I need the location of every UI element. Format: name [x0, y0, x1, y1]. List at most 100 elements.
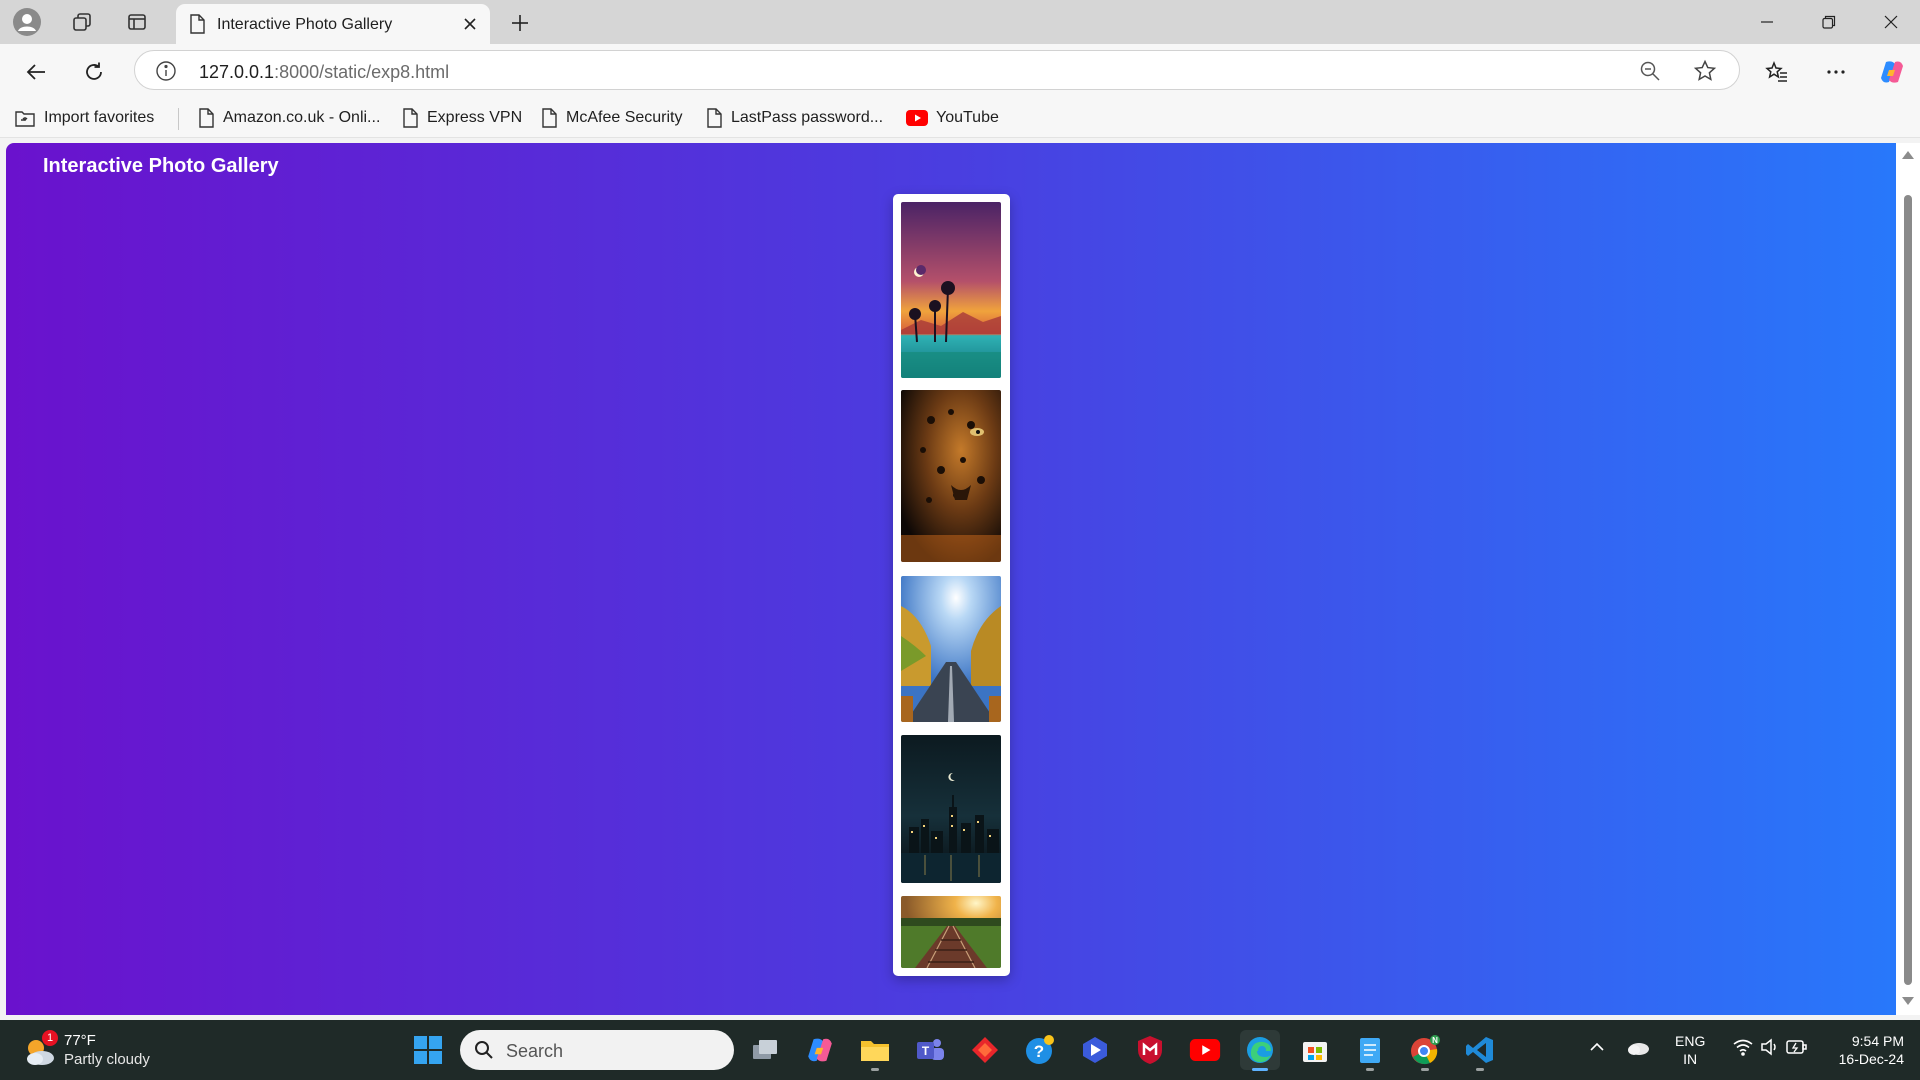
- copilot-icon: [808, 1038, 832, 1062]
- help-icon: ?: [1026, 1035, 1054, 1064]
- scroll-thumb[interactable]: [1904, 195, 1912, 985]
- url-host: 127.0.0.1: [199, 62, 275, 82]
- taskbar-chrome[interactable]: N: [1405, 1030, 1445, 1071]
- more-dots-icon: [1827, 70, 1845, 74]
- running-indicator: [1366, 1068, 1374, 1071]
- scroll-down-arrow-icon[interactable]: [1902, 997, 1914, 1005]
- input-language[interactable]: ENG IN: [1675, 1032, 1705, 1068]
- start-button[interactable]: [408, 1030, 448, 1070]
- page-title: Interactive Photo Gallery: [43, 155, 279, 177]
- restore-button[interactable]: [1806, 4, 1852, 40]
- taskbar-microsoft-store[interactable]: [1295, 1030, 1335, 1070]
- gallery-photo-sunset-palm-trees[interactable]: [901, 202, 1001, 378]
- back-arrow-icon: [26, 64, 45, 80]
- running-indicator: [1252, 1068, 1268, 1071]
- favorite-youtube[interactable]: YouTube: [906, 106, 999, 130]
- chevron-up-icon[interactable]: [1588, 1038, 1606, 1056]
- language-code: ENG: [1675, 1033, 1706, 1049]
- windows-taskbar: 1 77°F Partly cloudy Search T ? N ENG IN…: [0, 1020, 1920, 1080]
- tab-title: Interactive Photo Gallery: [217, 16, 393, 33]
- leopard-closeup-image: [901, 390, 1001, 562]
- battery-charging-icon[interactable]: [1786, 1038, 1808, 1056]
- volume-icon[interactable]: [1760, 1038, 1780, 1056]
- tab-actions-button[interactable]: [120, 6, 154, 38]
- tab-active[interactable]: Interactive Photo Gallery: [176, 4, 490, 44]
- clock[interactable]: 9:54 PM 16-Dec-24: [1839, 1032, 1904, 1068]
- gallery-photo-night-city-skyline[interactable]: [901, 735, 1001, 883]
- page-icon: [403, 108, 418, 128]
- search-icon: [475, 1041, 493, 1059]
- minimize-button[interactable]: [1744, 4, 1790, 40]
- favorite-import-favorites[interactable]: Import favorites: [14, 106, 154, 130]
- refresh-icon: [86, 62, 102, 80]
- refresh-button[interactable]: [76, 54, 112, 90]
- sunset-palm-trees-image: [901, 202, 1001, 378]
- search-placeholder: Search: [506, 1041, 564, 1061]
- copilot-button[interactable]: [1874, 54, 1910, 90]
- favorite-amazon[interactable]: Amazon.co.uk - Onli...: [197, 106, 380, 130]
- scroll-up-arrow-icon[interactable]: [1902, 151, 1914, 159]
- weather-description: Partly cloudy: [64, 1051, 150, 1068]
- teams-icon: T: [917, 1039, 944, 1060]
- taskbar-vscode[interactable]: [1460, 1030, 1500, 1071]
- url-path: :8000/static/exp8.html: [274, 62, 450, 82]
- taskbar-help[interactable]: ?: [1020, 1030, 1060, 1070]
- favorite-star-icon[interactable]: [1693, 59, 1717, 83]
- taskbar-teams[interactable]: T: [910, 1030, 950, 1070]
- gallery-photo-railway-sunset[interactable]: [901, 896, 1001, 968]
- address-bar[interactable]: 127.0.0.1:8000/static/exp8.html: [134, 50, 1740, 90]
- windows-logo-icon: [414, 1036, 442, 1064]
- mcafee-shield-icon: [1138, 1036, 1162, 1064]
- favorites-bar: Import favorites Amazon.co.uk - Onli... …: [0, 98, 1920, 138]
- favorite-mcafee-security[interactable]: McAfee Security: [540, 106, 682, 130]
- taskbar-file-explorer[interactable]: [855, 1030, 895, 1071]
- wifi-icon[interactable]: [1732, 1038, 1754, 1056]
- profile-button[interactable]: [10, 6, 44, 38]
- site-info-icon[interactable]: [155, 60, 177, 82]
- close-window-button[interactable]: [1868, 4, 1914, 40]
- youtube-icon: [906, 110, 928, 126]
- page-viewport: Interactive Photo Gallery: [6, 143, 1896, 1015]
- youtube-icon: [1189, 1039, 1221, 1061]
- favorite-label: McAfee Security: [566, 109, 683, 126]
- railway-sunset-image: [901, 896, 1001, 968]
- running-indicator: [1421, 1068, 1429, 1071]
- taskbar-mcafee[interactable]: [1130, 1030, 1170, 1070]
- taskbar-notepad[interactable]: [1350, 1030, 1390, 1071]
- taskbar-task-view[interactable]: [745, 1030, 785, 1070]
- gallery-photo-leopard-closeup[interactable]: [901, 390, 1001, 562]
- favorite-label: Amazon.co.uk - Onli...: [223, 109, 381, 126]
- page-scrollbar[interactable]: [1896, 143, 1920, 1015]
- tab-actions-icon: [128, 14, 146, 30]
- page-icon: [190, 14, 205, 34]
- running-indicator: [1476, 1068, 1484, 1071]
- favorite-lastpass[interactable]: LastPass password...: [705, 106, 883, 130]
- plus-icon: [512, 15, 528, 31]
- onedrive-cloud-icon[interactable]: [1626, 1038, 1650, 1056]
- page-icon: [542, 108, 557, 128]
- system-tray: ENG IN 9:54 PM 16-Dec-24: [1580, 1020, 1920, 1080]
- taskbar-bing[interactable]: [1075, 1030, 1115, 1070]
- weather-widget[interactable]: 1 77°F Partly cloudy: [20, 1030, 200, 1072]
- copilot-icon: [1881, 61, 1903, 83]
- taskbar-search-box[interactable]: Search: [460, 1030, 734, 1070]
- gallery-photo-autumn-road-sun[interactable]: [901, 576, 1001, 722]
- taskbar-edge[interactable]: [1240, 1030, 1280, 1071]
- store-icon: [1303, 1042, 1327, 1062]
- url-text[interactable]: 127.0.0.1:8000/static/exp8.html: [199, 62, 449, 83]
- settings-menu-button[interactable]: [1818, 54, 1854, 90]
- new-tab-button[interactable]: [505, 8, 535, 38]
- favorites-divider: [178, 108, 179, 130]
- taskbar-copilot[interactable]: [800, 1030, 840, 1070]
- zoom-out-icon[interactable]: [1639, 60, 1661, 82]
- tab-close-button[interactable]: [460, 14, 480, 34]
- taskbar-git-app[interactable]: [965, 1030, 1005, 1070]
- taskbar-youtube[interactable]: [1185, 1030, 1225, 1070]
- back-button[interactable]: [18, 54, 54, 90]
- favorites-button[interactable]: [1759, 54, 1795, 90]
- close-icon: [464, 18, 476, 30]
- workspaces-button[interactable]: [65, 6, 99, 38]
- favorite-express-vpn[interactable]: Express VPN: [401, 106, 522, 130]
- workspaces-icon: [73, 13, 91, 31]
- bing-icon: [1083, 1037, 1107, 1063]
